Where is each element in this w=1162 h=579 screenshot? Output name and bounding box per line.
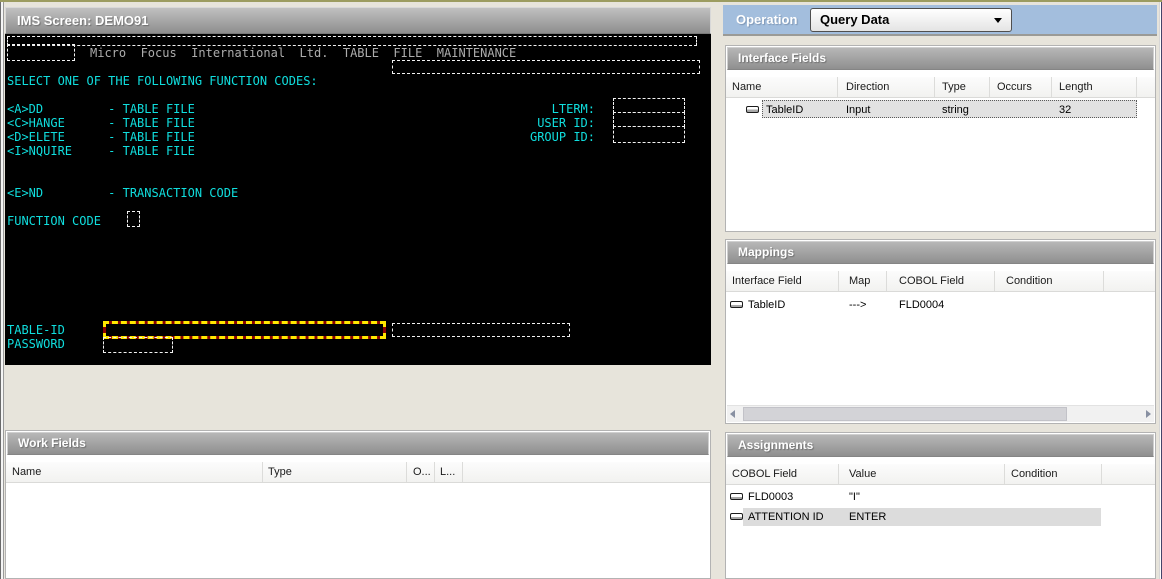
terminal-function-code-label: FUNCTION CODE (7, 214, 101, 228)
terminal-banner-text: Micro Focus International Ltd. TABLE FIL… (90, 46, 516, 60)
terminal-function-code-field[interactable] (127, 211, 140, 227)
interface-fields-panel: Interface Fields Name Direction Type Occ… (725, 45, 1156, 232)
col-name[interactable]: Name (732, 81, 761, 93)
chevron-down-icon[interactable] (994, 18, 1002, 27)
cell-cobol-field[interactable]: ATTENTION ID (748, 511, 824, 523)
app-window: IMS Screen: DEMO91 Micro Focus Internati… (0, 0, 1162, 579)
work-fields-header: Work Fields (7, 432, 709, 455)
work-fields-column-header[interactable]: Name Type O... L... (6, 462, 710, 483)
assignments-panel: Assignments COBOL Field Value Condition … (725, 432, 1156, 579)
table-row[interactable]: FLD0003 "I" (726, 487, 1155, 507)
col-cobol-field[interactable]: COBOL Field (732, 468, 797, 480)
mappings-title: Mappings (738, 245, 794, 259)
col-condition[interactable]: Condition (1006, 275, 1052, 287)
cell-value[interactable]: "I" (849, 491, 860, 503)
col-interface-field[interactable]: Interface Field (732, 275, 802, 287)
col-occurs[interactable]: Occurs (997, 81, 1032, 93)
terminal-table-id-label: TABLE-ID (7, 323, 65, 337)
terminal-code-change: <C>HANGE - TABLE FILE (7, 116, 195, 130)
terminal-code-add: <A>DD - TABLE FILE (7, 102, 195, 116)
terminal-field-top-left[interactable] (7, 44, 75, 61)
col-length[interactable]: L... (440, 466, 455, 478)
window-left-border (0, 2, 4, 579)
terminal-code-delete: <D>ELETE - TABLE FILE (7, 130, 195, 144)
interface-fields-header: Interface Fields (727, 47, 1154, 70)
col-cobol-field[interactable]: COBOL Field (899, 275, 964, 287)
ims-screen-titlebar: IMS Screen: DEMO91 (5, 7, 711, 34)
terminal-lterm-field[interactable] (613, 98, 685, 113)
field-icon (730, 301, 743, 308)
operation-bar: Operation Query Data (723, 5, 1157, 36)
col-type[interactable]: Type (942, 81, 966, 93)
mappings-panel: Mappings Interface Field Map COBOL Field… (725, 239, 1156, 424)
terminal-field-message[interactable] (392, 60, 700, 74)
scroll-right-button[interactable] (1139, 406, 1154, 422)
cell-interface-field[interactable]: TableID (748, 299, 785, 311)
terminal-groupid-field[interactable] (613, 126, 685, 143)
work-fields-panel: Work Fields Name Type O... L... (5, 430, 711, 579)
assignments-header: Assignments (727, 434, 1154, 457)
assignments-column-header[interactable]: COBOL Field Value Condition (726, 464, 1155, 485)
terminal-table-id-field-2[interactable] (392, 323, 570, 337)
col-map[interactable]: Map (849, 275, 870, 287)
terminal-code-end: <E>ND - TRANSACTION CODE (7, 186, 238, 200)
cell-name[interactable]: TableID (766, 104, 803, 116)
ims-terminal[interactable]: Micro Focus International Ltd. TABLE FIL… (5, 34, 711, 365)
terminal-userid-label: USER ID: (537, 116, 595, 130)
col-name[interactable]: Name (12, 466, 41, 478)
terminal-userid-field[interactable] (613, 112, 685, 127)
mappings-column-header[interactable]: Interface Field Map COBOL Field Conditio… (726, 271, 1155, 292)
field-icon (746, 106, 759, 113)
operation-selected-value: Query Data (820, 12, 889, 27)
field-icon (730, 513, 743, 520)
cell-value[interactable]: ENTER (849, 511, 886, 523)
cell-cobol-field[interactable]: FLD0004 (899, 299, 944, 311)
table-row[interactable]: ATTENTION ID ENTER (726, 507, 1155, 527)
interface-fields-column-header[interactable]: Name Direction Type Occurs Length (726, 77, 1155, 98)
cell-cobol-field[interactable]: FLD0003 (748, 491, 793, 503)
col-length[interactable]: Length (1059, 81, 1093, 93)
terminal-field-header-row[interactable] (7, 36, 697, 46)
terminal-lterm-label: LTERM: (552, 102, 595, 116)
table-row[interactable]: TableID Input string 32 (726, 100, 1155, 120)
terminal-groupid-label: GROUP ID: (530, 130, 595, 144)
cell-type[interactable]: string (942, 104, 969, 116)
col-condition[interactable]: Condition (1011, 468, 1057, 480)
terminal-select-line: SELECT ONE OF THE FOLLOWING FUNCTION COD… (7, 74, 318, 88)
mappings-header: Mappings (727, 241, 1154, 264)
work-fields-title: Work Fields (18, 436, 86, 450)
interface-fields-title: Interface Fields (738, 51, 826, 65)
scrollbar-thumb[interactable] (743, 407, 1067, 421)
cell-length[interactable]: 32 (1059, 104, 1071, 116)
cell-map-arrow[interactable]: ---> (849, 299, 866, 311)
operation-label: Operation (736, 5, 797, 34)
arrow-right-icon (1146, 410, 1151, 418)
col-direction[interactable]: Direction (846, 81, 889, 93)
arrow-left-icon (730, 410, 735, 418)
col-value[interactable]: Value (849, 468, 876, 480)
col-type[interactable]: Type (268, 466, 292, 478)
terminal-code-inquire: <I>NQUIRE - TABLE FILE (7, 144, 195, 158)
col-occurs[interactable]: O... (413, 466, 431, 478)
horizontal-scrollbar[interactable] (727, 405, 1154, 422)
terminal-password-field[interactable] (103, 337, 173, 353)
terminal-password-label: PASSWORD (7, 337, 65, 351)
ims-screen-title: IMS Screen: DEMO91 (17, 13, 149, 28)
table-row[interactable]: TableID ---> FLD0004 (726, 295, 1155, 315)
assignments-title: Assignments (738, 438, 813, 452)
cell-direction[interactable]: Input (846, 104, 870, 116)
field-icon (730, 493, 743, 500)
scroll-left-button[interactable] (727, 406, 742, 422)
operation-select[interactable]: Query Data (810, 8, 1012, 32)
